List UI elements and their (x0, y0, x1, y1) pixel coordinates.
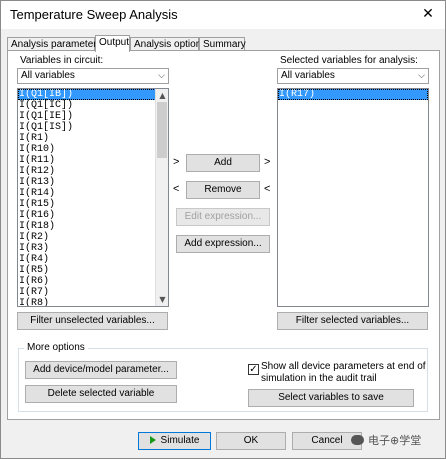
circuit-variable-item[interactable]: I(R1) (18, 133, 168, 144)
show-all-device-parameters-label-line2: simulation in the audit trail (261, 373, 377, 384)
circuit-variable-item[interactable]: I(R5) (18, 265, 168, 276)
tab-analysis-parameters[interactable]: Analysis parameters (7, 37, 102, 51)
watermark: 电子⊕学堂 (351, 432, 421, 448)
show-all-device-parameters-label-line1: Show all device parameters at end of (261, 361, 426, 372)
tab-summary[interactable]: Summary (199, 37, 246, 51)
circuit-variable-item[interactable]: I(Q1[IC]) (18, 100, 168, 111)
circuit-variable-item[interactable]: I(R4) (18, 254, 168, 265)
circuit-variables-scrollbar[interactable]: ▲ ▼ (155, 89, 168, 306)
filter-selected-variables-button[interactable]: Filter selected variables... (277, 312, 428, 330)
circuit-variable-item[interactable]: I(R15) (18, 199, 168, 210)
circuit-variable-item[interactable]: I(R11) (18, 155, 168, 166)
dialog-window: Temperature Sweep Analysis ✕ Analysis pa… (0, 0, 446, 459)
circuit-variable-item[interactable]: I(R3) (18, 243, 168, 254)
remove-right-chevron-icon: < (264, 183, 271, 195)
simulate-button[interactable]: Simulate (138, 432, 211, 450)
ok-button[interactable]: OK (216, 432, 286, 450)
variables-in-circuit-label: Variables in circuit: (20, 55, 104, 66)
remove-left-chevron-icon: < (173, 183, 180, 195)
circuit-variable-item[interactable]: I(Q1[IE]) (18, 111, 168, 122)
add-expression-button[interactable]: Add expression... (176, 235, 270, 253)
add-right-chevron-icon: > (264, 156, 271, 168)
window-title: Temperature Sweep Analysis (10, 7, 178, 22)
circuit-variables-combo-value: All variables (21, 70, 75, 81)
close-icon[interactable]: ✕ (419, 5, 437, 23)
circuit-variable-item[interactable]: I(R13) (18, 177, 168, 188)
chevron-down-icon: ⌵ (418, 71, 425, 81)
tab-output[interactable]: Output (95, 35, 130, 52)
circuit-variables-list[interactable]: I(Q1[IB]) I(Q1[IC]) I(Q1[IE]) I(Q1[IS]) I(R1… (17, 88, 169, 307)
scroll-up-icon[interactable]: ▲ (156, 89, 168, 102)
more-options-title: More options (24, 342, 88, 353)
selected-variables-list[interactable]: I(R17) (277, 88, 429, 307)
title-bar: Temperature Sweep Analysis ✕ (1, 1, 445, 29)
circuit-variable-item[interactable]: I(R12) (18, 166, 168, 177)
circuit-variables-filter-combo[interactable]: All variables ⌵ (17, 68, 169, 84)
selected-variables-combo-value: All variables (281, 70, 335, 81)
scroll-down-icon[interactable]: ▼ (156, 293, 168, 306)
chat-bubble-icon (351, 435, 364, 445)
circuit-variable-item[interactable]: I(R10) (18, 144, 168, 155)
scroll-thumb[interactable] (157, 102, 167, 158)
remove-button[interactable]: Remove (186, 181, 260, 199)
circuit-variable-item[interactable]: I(R16) (18, 210, 168, 221)
selected-variables-label: Selected variables for analysis: (280, 55, 418, 66)
circuit-variable-item[interactable]: I(R6) (18, 276, 168, 287)
add-button[interactable]: Add (186, 154, 260, 172)
show-all-device-parameters-checkbox[interactable]: ✓ (248, 364, 259, 375)
delete-selected-variable-button[interactable]: Delete selected variable (25, 385, 177, 403)
circuit-variable-item[interactable]: I(R8) (18, 298, 168, 306)
tab-analysis-options[interactable]: Analysis options (130, 37, 206, 51)
add-left-chevron-icon: > (173, 156, 180, 168)
simulate-button-label: Simulate (160, 435, 200, 446)
select-variables-to-save-button[interactable]: Select variables to save (248, 389, 414, 407)
play-icon (149, 436, 156, 444)
circuit-variable-item[interactable]: I(R18) (18, 221, 168, 232)
selected-variable-item[interactable]: I(R17) (278, 89, 428, 100)
filter-unselected-variables-button[interactable]: Filter unselected variables... (17, 312, 168, 330)
circuit-variable-item[interactable]: I(Q1[IB]) (18, 89, 168, 100)
add-device-model-parameter-button[interactable]: Add device/model parameter... (25, 361, 177, 379)
circuit-variable-item[interactable]: I(R14) (18, 188, 168, 199)
watermark-text: 电子⊕学堂 (368, 435, 422, 447)
circuit-variable-item[interactable]: I(R2) (18, 232, 168, 243)
circuit-variable-item[interactable]: I(R7) (18, 287, 168, 298)
chevron-down-icon: ⌵ (158, 71, 165, 81)
edit-expression-button[interactable]: Edit expression... (176, 208, 270, 226)
circuit-variable-item[interactable]: I(Q1[IS]) (18, 122, 168, 133)
selected-variables-filter-combo[interactable]: All variables ⌵ (277, 68, 429, 84)
